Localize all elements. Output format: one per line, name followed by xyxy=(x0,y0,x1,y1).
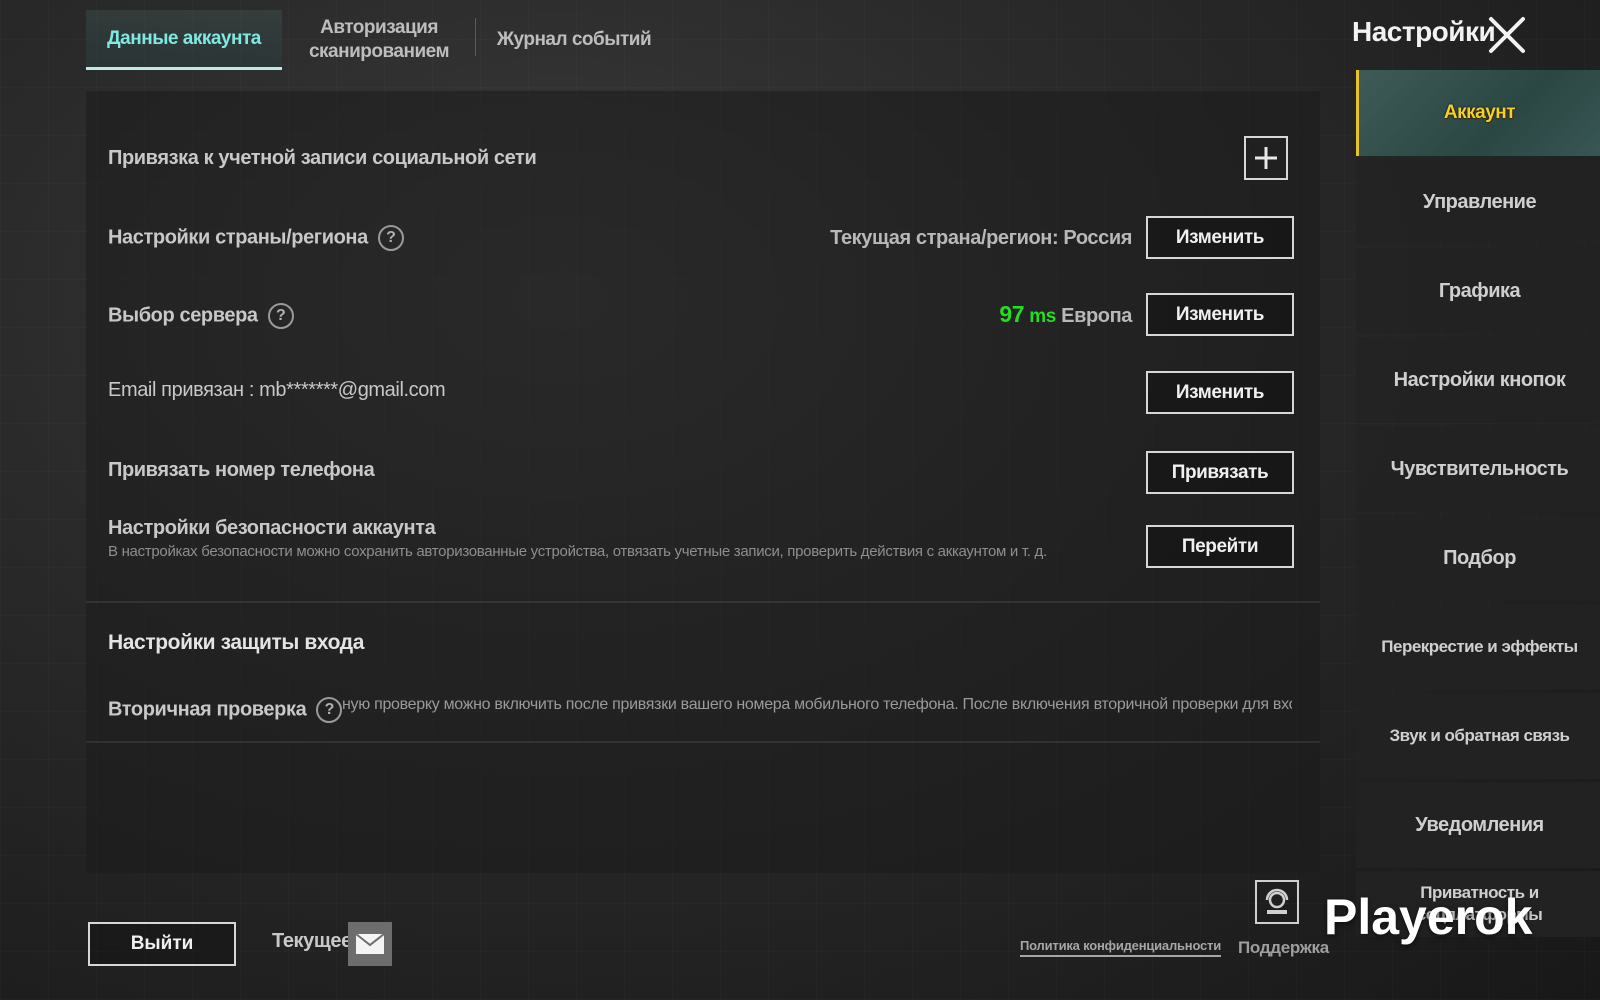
sidebar-item-sound-feedback[interactable]: Звук и обратная связь xyxy=(1356,693,1600,779)
tab-scan-auth[interactable]: Авторизация сканированием xyxy=(282,10,476,70)
account-security-note: В настройках безопасности можно сохранит… xyxy=(108,543,1047,560)
ping-value: 97 xyxy=(999,301,1025,327)
server-region: Европа xyxy=(1061,305,1132,327)
sidebar-item-label: Аккаунт xyxy=(1443,102,1516,123)
region-settings-text: Настройки страны/региона xyxy=(108,226,368,249)
account-security-label: Настройки безопасности аккаунта xyxy=(108,517,436,539)
server-select-label: Выбор сервера? xyxy=(108,303,294,329)
help-icon[interactable]: ? xyxy=(377,225,404,251)
add-social-button[interactable] xyxy=(1244,136,1288,180)
tab-account-data[interactable]: Данные аккаунта xyxy=(86,10,282,70)
sidebar-item-matchmaking[interactable]: Подбор xyxy=(1356,515,1600,601)
tab-event-log[interactable]: Журнал событий xyxy=(476,10,672,70)
sidebar-item-controls[interactable]: Управление xyxy=(1356,159,1600,245)
sidebar-item-sensitivity[interactable]: Чувствительность xyxy=(1356,426,1600,512)
section-divider xyxy=(86,741,1320,743)
envelope-icon xyxy=(355,933,385,954)
help-icon[interactable]: ? xyxy=(267,303,294,329)
server-select-text: Выбор сервера xyxy=(108,304,258,327)
current-label: Текущее xyxy=(272,930,352,952)
close-icon[interactable] xyxy=(1486,14,1528,56)
settings-sidebar: Аккаунт Управление Графика Настройки кно… xyxy=(1356,70,1600,940)
social-link-label: Привязка к учетной записи социальной сет… xyxy=(108,147,537,169)
privacy-policy-link[interactable]: Политика конфиденциальности xyxy=(1020,938,1221,957)
sidebar-item-button-settings[interactable]: Настройки кнопок xyxy=(1356,337,1600,423)
support-icon[interactable] xyxy=(1255,880,1299,924)
account-panel: Привязка к учетной записи социальной сет… xyxy=(86,90,1320,873)
secondary-check-label: Вторичная проверка? xyxy=(108,697,343,723)
open-security-button[interactable]: Перейти xyxy=(1146,525,1294,568)
support-label: Поддержка xyxy=(1238,938,1329,957)
change-email-button[interactable]: Изменить xyxy=(1146,371,1294,414)
sidebar-item-account[interactable]: Аккаунт xyxy=(1356,70,1600,156)
secondary-check-text: Вторичная проверка xyxy=(108,698,307,721)
bind-phone-label: Привязать номер телефона xyxy=(108,459,375,481)
page-title: Настройки xyxy=(1352,16,1496,47)
current-region-info: Текущая страна/регион: Россия xyxy=(830,227,1132,249)
bind-phone-button[interactable]: Привязать xyxy=(1146,451,1294,494)
email-bound-label: Email привязан : mb*******@gmail.com xyxy=(108,379,446,401)
sidebar-item-crosshair-effects[interactable]: Перекрестие и эффекты xyxy=(1356,604,1600,690)
top-tabs: Данные аккаунта Авторизация сканирование… xyxy=(86,10,672,70)
exit-button[interactable]: Выйти xyxy=(88,922,236,966)
region-settings-label: Настройки страны/региона? xyxy=(108,225,404,251)
help-icon[interactable]: ? xyxy=(316,697,343,723)
change-server-button[interactable]: Изменить xyxy=(1146,293,1294,336)
sidebar-item-graphics[interactable]: Графика xyxy=(1356,248,1600,334)
plus-icon xyxy=(1255,147,1277,169)
server-ping-info: 97 ms Европа xyxy=(999,301,1132,328)
settings-screen: Данные аккаунта Авторизация сканирование… xyxy=(0,0,1600,1000)
secondary-check-description: ную проверку можно включить после привяз… xyxy=(342,696,1292,713)
mail-button[interactable] xyxy=(348,922,392,966)
section-divider xyxy=(86,601,1320,603)
watermark-logo: Playerok xyxy=(1324,889,1533,945)
sidebar-item-notifications[interactable]: Уведомления xyxy=(1356,782,1600,868)
login-protection-title: Настройки защиты входа xyxy=(108,631,364,654)
change-region-button[interactable]: Изменить xyxy=(1146,216,1294,259)
ping-unit: ms xyxy=(1029,306,1056,327)
